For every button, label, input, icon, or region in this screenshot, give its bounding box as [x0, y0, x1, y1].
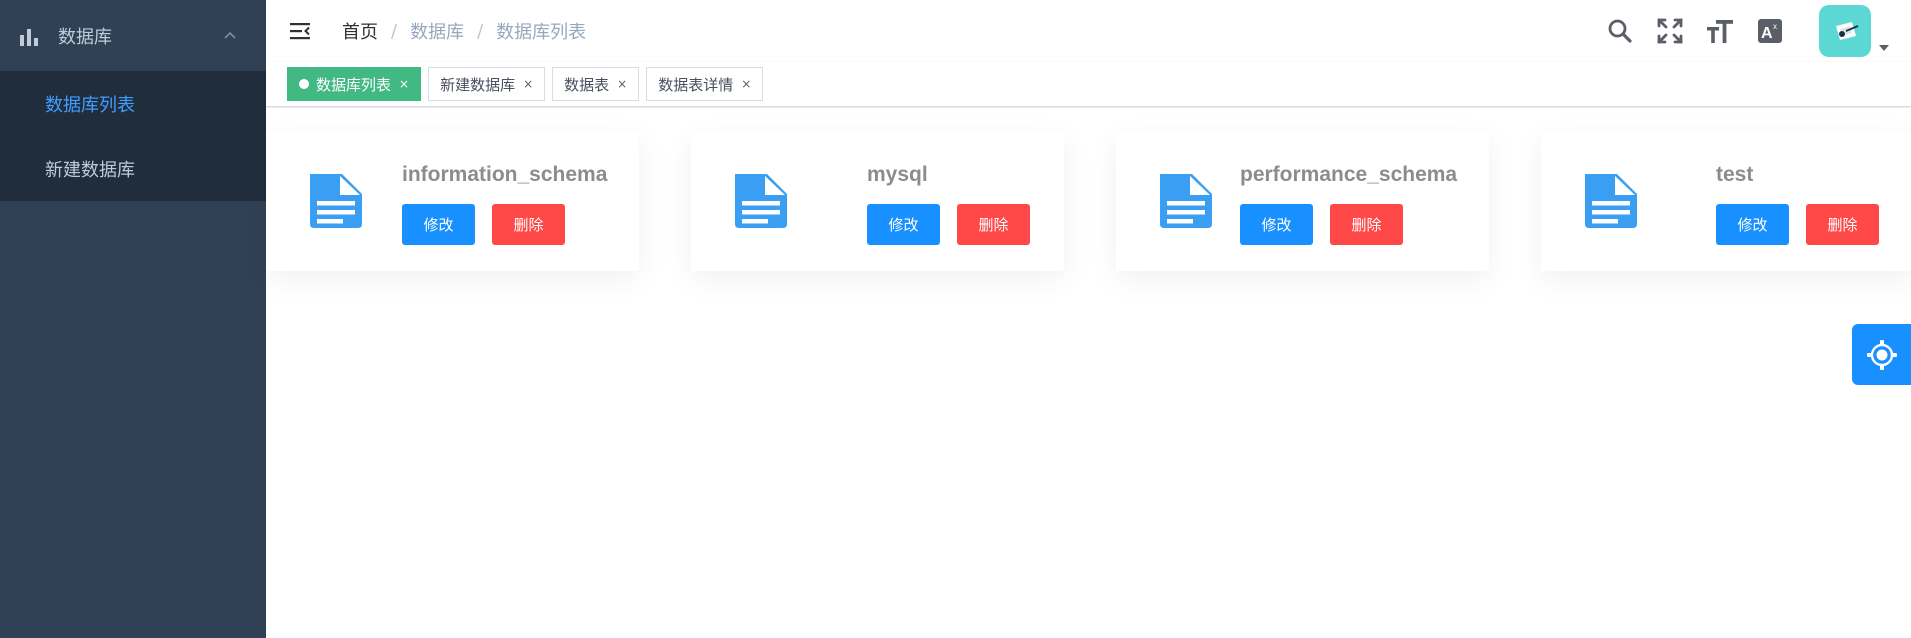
sidebar-group-label: 数据库 [58, 26, 112, 48]
bar-chart-icon [19, 26, 39, 46]
breadcrumb-separator: / [391, 20, 398, 42]
tags-view: 数据库列表 × 新建数据库 × 数据表 × 数据表详情 × [266, 62, 1911, 107]
hamburger-icon[interactable] [288, 19, 312, 43]
edit-button[interactable]: 修改 [1716, 204, 1789, 245]
navbar: 首页 / 数据库 / 数据库列表 A x [266, 0, 1911, 62]
delete-button[interactable]: 删除 [492, 204, 565, 245]
database-name: test [1716, 163, 1754, 186]
tag-label: 数据表 [564, 75, 610, 94]
close-icon[interactable]: × [741, 77, 751, 91]
database-card: test 修改 删除 [1541, 132, 1911, 271]
breadcrumb-database: 数据库 [410, 22, 465, 43]
delete-button[interactable]: 删除 [957, 204, 1030, 245]
tag-label: 数据表详情 [658, 75, 734, 94]
database-card: mysql 修改 删除 [691, 132, 1064, 271]
sidebar-submenu: 数据库列表 新建数据库 [0, 71, 266, 201]
fullscreen-icon[interactable] [1656, 17, 1684, 45]
close-icon[interactable]: × [399, 77, 409, 91]
breadcrumb-separator: / [477, 20, 484, 42]
sidebar-item-database-list[interactable]: 数据库列表 [0, 71, 266, 136]
close-icon[interactable]: × [617, 77, 627, 91]
edit-button[interactable]: 修改 [867, 204, 940, 245]
database-name: information_schema [402, 163, 608, 186]
tag-data-table[interactable]: 数据表 × [552, 67, 640, 101]
navbar-right-menu: A x [1606, 0, 1911, 62]
sidebar-group-database[interactable]: 数据库 [0, 0, 266, 71]
document-icon [729, 170, 791, 232]
breadcrumb: 首页 / 数据库 / 数据库列表 [342, 18, 586, 44]
translate-icon[interactable]: A x [1756, 17, 1784, 45]
main-content: information_schema 修改 删除 mysql 修改 删除 per… [266, 108, 1911, 638]
database-name: performance_schema [1240, 163, 1458, 186]
edit-button[interactable]: 修改 [1240, 204, 1313, 245]
document-icon [1154, 170, 1216, 232]
active-dot-icon [299, 79, 309, 89]
text-size-icon[interactable] [1706, 17, 1734, 45]
breadcrumb-database-list: 数据库列表 [496, 22, 587, 43]
chevron-up-icon [220, 28, 240, 44]
database-card: performance_schema 修改 删除 [1116, 132, 1489, 271]
delete-button[interactable]: 删除 [1330, 204, 1403, 245]
gear-icon [1866, 339, 1897, 370]
tag-database-list[interactable]: 数据库列表 × [287, 67, 422, 101]
sidebar-item-new-database[interactable]: 新建数据库 [0, 136, 266, 201]
tag-label: 新建数据库 [440, 75, 516, 94]
tag-data-table-detail[interactable]: 数据表详情 × [646, 67, 764, 101]
svg-text:x: x [1773, 22, 1777, 31]
settings-button[interactable] [1852, 324, 1911, 385]
caret-down-icon [1879, 45, 1889, 51]
edit-button[interactable]: 修改 [402, 204, 475, 245]
database-card: information_schema 修改 删除 [266, 132, 639, 271]
delete-button[interactable]: 删除 [1806, 204, 1879, 245]
close-icon[interactable]: × [523, 77, 533, 91]
breadcrumb-home[interactable]: 首页 [342, 18, 378, 44]
tag-label: 数据库列表 [316, 75, 392, 94]
avatar[interactable] [1819, 5, 1871, 57]
tag-new-database[interactable]: 新建数据库 × [428, 67, 546, 101]
database-name: mysql [867, 163, 928, 186]
sidebar: 数据库 数据库列表 新建数据库 [0, 0, 266, 638]
document-icon [1579, 170, 1641, 232]
document-icon [304, 170, 366, 232]
svg-text:A: A [1761, 25, 1773, 42]
search-icon[interactable] [1606, 17, 1634, 45]
user-avatar-dropdown[interactable] [1819, 5, 1889, 57]
